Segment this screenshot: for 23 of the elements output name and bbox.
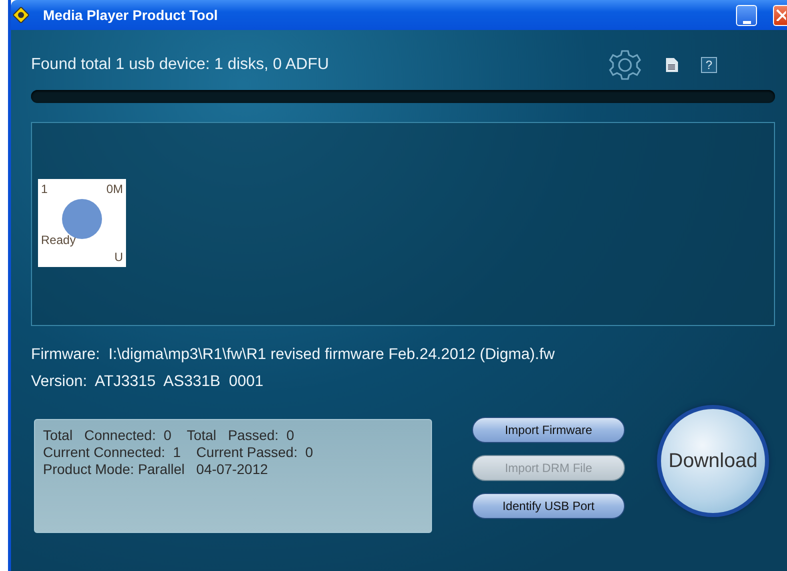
device-size: 0M [106,182,123,196]
action-button[interactable]: Identify USB Port [472,493,625,519]
window-title: Media Player Product Tool [43,7,219,23]
minimize-button[interactable] [736,4,757,26]
app-logo-icon [13,7,29,23]
status-text: Found total 1 usb device: 1 disks, 0 ADFU [31,56,330,74]
stats-line: Product Mode: Parallel 04-07-2012 [43,461,269,478]
device-tile[interactable]: 1 0M Ready U [38,179,126,267]
settings-icon[interactable] [607,48,643,82]
firmware-path: Firmware: I:\digma\mp3\R1\fw\R1 revised firmware Feb.24.2012 (Digma).fw [31,346,556,364]
download-button[interactable]: Download [657,405,769,517]
device-mode: U [114,250,123,264]
stats-line: Current Connected: 1 Current Passed: 0 [43,444,314,461]
device-index: 1 [41,182,48,196]
minimize-icon [742,18,750,24]
help-button[interactable]: ? [701,57,717,73]
action-button[interactable]: Import Firmware [472,417,625,443]
device-state: Ready [41,233,76,247]
close-button[interactable] [773,4,787,26]
document-icon[interactable] [665,57,679,73]
stats-line: Total Connected: 0 Total Passed: 0 [43,427,296,444]
close-icon [776,9,786,21]
version-text: Version: ATJ3315 AS331B 0001 [31,373,264,391]
